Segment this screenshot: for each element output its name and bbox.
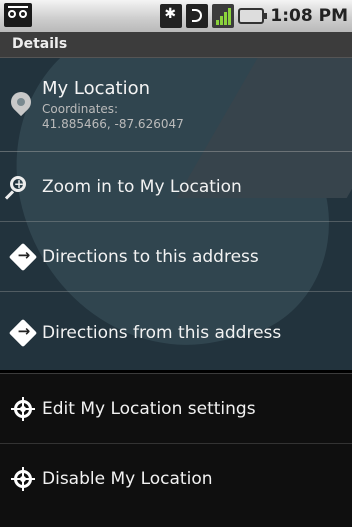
details-list: My Location Coordinates: 41.885466, -87.… [0,58,352,514]
coordinates-value: 41.885466, -87.626047 [42,117,184,131]
my-location-icon [11,467,35,491]
bluetooth-icon [160,4,183,28]
menu-item-zoom[interactable]: + Zoom in to My Location [0,152,352,222]
coordinates-label: Coordinates: [42,102,119,116]
status-clock: 1:08 PM [270,6,348,26]
menu-item-directions-from[interactable]: Directions from this address [0,292,352,374]
list-bottom [0,507,352,527]
status-bar: 1:08 PM [0,0,352,32]
map-pin-icon [6,87,36,122]
menu-item-disable[interactable]: Disable My Location [0,444,352,514]
menu-item-label: Edit My Location settings [42,399,256,419]
signal-icon [212,4,235,28]
menu-item-label: Directions to this address [42,247,259,267]
my-location-icon [11,397,35,421]
menu-item-label: Zoom in to My Location [42,177,242,197]
directions-icon [8,318,38,348]
directions-icon [8,242,38,272]
page-title: Details [12,36,68,52]
menu-item-edit-settings[interactable]: Edit My Location settings [0,374,352,444]
menu-item-directions-to[interactable]: Directions to this address [0,222,352,292]
battery-icon [238,8,268,24]
menu-item-label: Disable My Location [42,469,213,489]
location-header: My Location Coordinates: 41.885466, -87.… [0,58,352,152]
menu-item-label: Directions from this address [42,323,282,343]
zoom-in-icon: + [4,176,32,200]
title-bar: Details [0,32,352,58]
location-name: My Location [42,78,151,99]
voicemail-icon [4,3,32,27]
status-right: 1:08 PM [160,3,348,29]
wifi-icon [186,4,209,28]
